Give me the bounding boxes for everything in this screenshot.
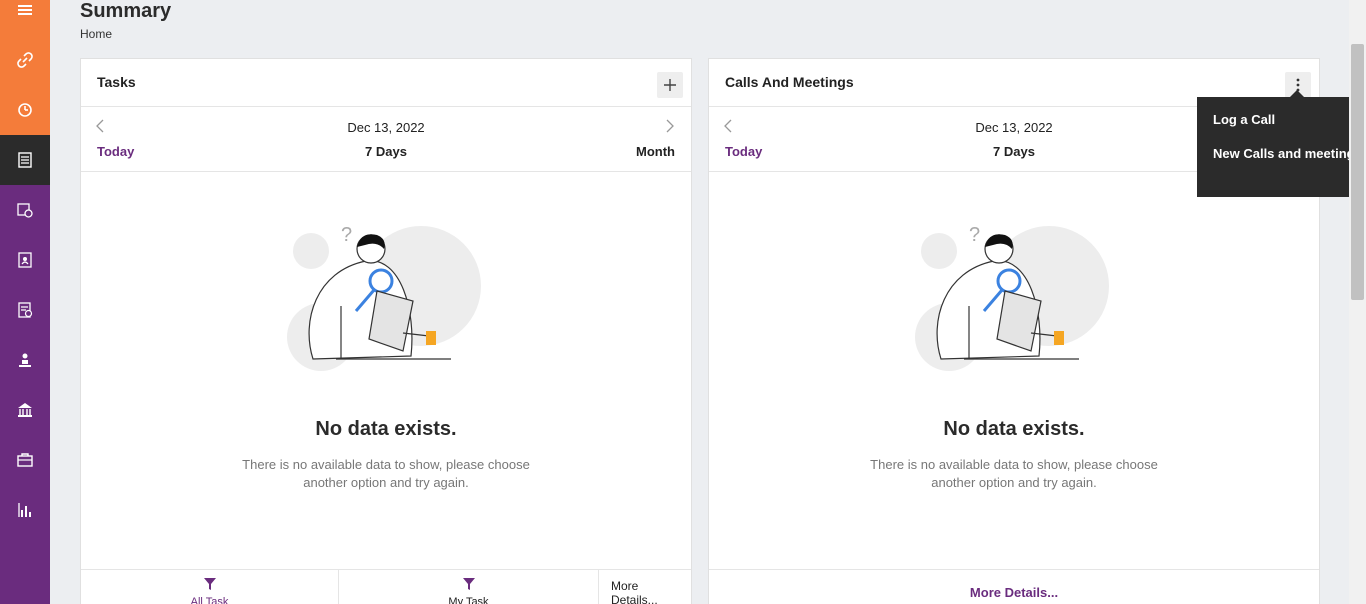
report-clock-icon[interactable] <box>0 285 50 335</box>
tasks-current-date: Dec 13, 2022 <box>347 120 425 135</box>
filter-icon <box>462 578 475 590</box>
my-task-filter[interactable]: My Task <box>339 570 599 604</box>
tasks-footer: All Task My Task More Details... <box>81 569 691 604</box>
svg-text:?: ? <box>969 224 980 246</box>
options-dropdown-menu: Log a Call New Calls and meeting <box>1197 97 1349 197</box>
filter-icon <box>203 578 216 590</box>
all-task-label: All Task <box>190 596 229 604</box>
timer-icon[interactable] <box>0 85 50 135</box>
calls-more-details-label: More Details... <box>969 585 1059 600</box>
calls-empty-description: There is no available data to show, plea… <box>870 457 1158 490</box>
tasks-title: Tasks <box>97 74 136 90</box>
tasks-view-7-days[interactable]: 7 Days <box>81 144 691 159</box>
menu-icon[interactable] <box>0 0 50 35</box>
tasks-more-details-label: More Details... <box>611 579 658 604</box>
my-task-label: My Task <box>448 596 489 604</box>
empty-state-illustration: ? <box>287 224 481 371</box>
breadcrumb[interactable]: Home <box>80 27 112 41</box>
calendar-clock-icon[interactable] <box>0 185 50 235</box>
link-icon[interactable] <box>0 35 50 85</box>
menu-caret <box>1290 90 1304 97</box>
contact-book-icon[interactable] <box>0 235 50 285</box>
page-scrollbar[interactable] <box>1349 0 1366 604</box>
calls-title: Calls And Meetings <box>725 74 854 90</box>
svg-text:?: ? <box>341 224 352 246</box>
tasks-more-details[interactable]: More Details... <box>599 570 691 604</box>
tasks-date-nav: Dec 13, 2022 Today 7 Days Month <box>81 107 691 172</box>
all-task-filter[interactable]: All Task <box>81 570 339 604</box>
briefcase-icon[interactable] <box>0 435 50 485</box>
calls-empty-state: ? No data exists. There is no available … <box>709 219 1319 492</box>
menu-item-new-calls-meeting[interactable]: New Calls and meeting <box>1197 141 1349 175</box>
bar-chart-icon[interactable] <box>0 485 50 535</box>
calls-more-details[interactable]: More Details... <box>709 570 1319 604</box>
tasks-empty-state: ? No data exists. There is no available … <box>81 219 691 492</box>
sidebar <box>0 0 50 604</box>
plus-icon <box>664 79 676 91</box>
tasks-panel: Tasks Dec 13, 2022 Today 7 Days Month ? <box>80 58 692 604</box>
tasks-panel-header: Tasks <box>81 59 691 107</box>
person-icon[interactable] <box>0 335 50 385</box>
empty-state-illustration: ? <box>915 224 1109 371</box>
menu-item-log-call[interactable]: Log a Call <box>1197 107 1349 141</box>
page-title: Summary <box>80 0 172 22</box>
calls-footer: More Details... <box>709 569 1319 604</box>
scrollbar-thumb[interactable] <box>1351 44 1364 300</box>
tasks-empty-title: No data exists. <box>315 418 457 440</box>
bank-icon[interactable] <box>0 385 50 435</box>
add-task-button[interactable] <box>657 72 683 98</box>
tasks-view-month[interactable]: Month <box>636 144 675 159</box>
document-list-icon[interactable] <box>0 135 50 185</box>
calls-empty-title: No data exists. <box>943 418 1085 440</box>
chevron-right-icon[interactable] <box>665 119 675 138</box>
tasks-empty-description: There is no available data to show, plea… <box>242 457 530 490</box>
